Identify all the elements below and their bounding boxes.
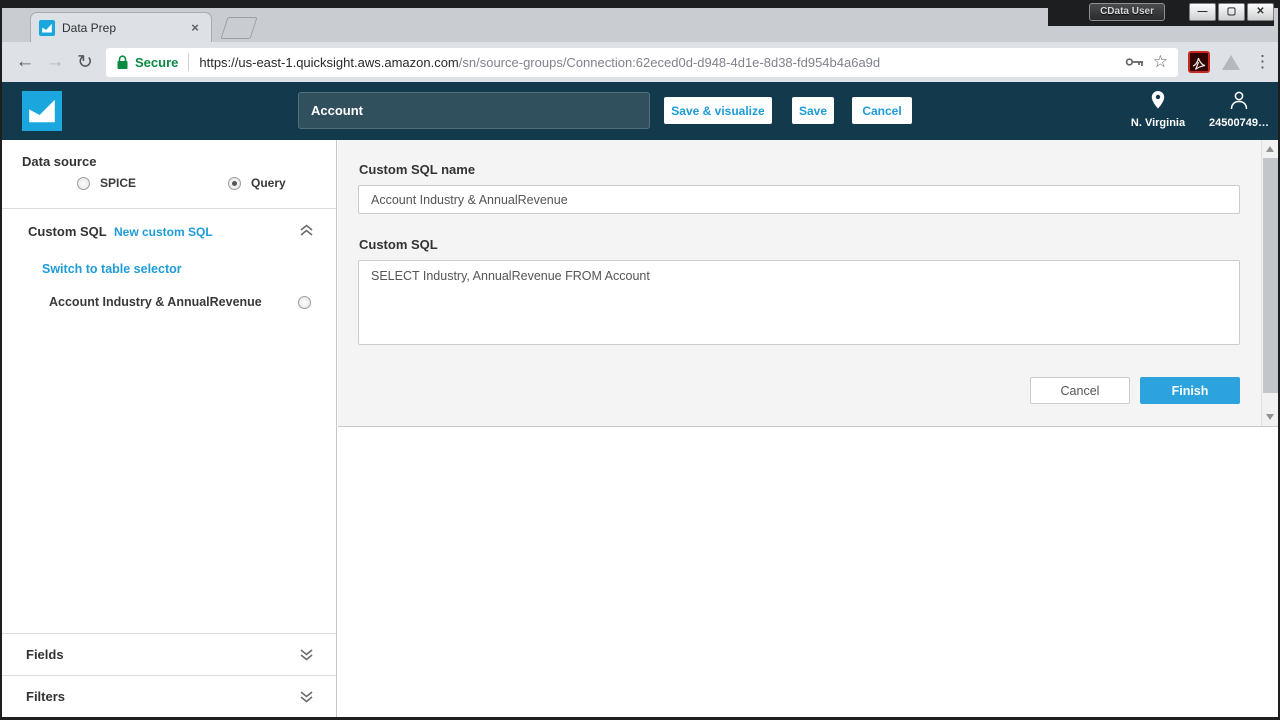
scrollbar-thumb[interactable] bbox=[1263, 158, 1278, 393]
form-cancel-button[interactable]: Cancel bbox=[1030, 377, 1130, 404]
bookmark-star-icon[interactable]: ☆ bbox=[1153, 52, 1168, 72]
region-selector[interactable]: N. Virginia bbox=[1113, 90, 1203, 129]
quicksight-header: Save & visualize Save Cancel N. Virginia… bbox=[2, 82, 1278, 140]
spice-radio-icon[interactable] bbox=[77, 177, 90, 190]
custom-sql-textarea[interactable]: SELECT Industry, AnnualRevenue FROM Acco… bbox=[358, 260, 1240, 345]
chrome-menu-icon[interactable]: ⋮ bbox=[1254, 52, 1271, 72]
data-source-heading: Data source bbox=[22, 154, 96, 169]
save-button[interactable]: Save bbox=[792, 97, 834, 124]
region-label: N. Virginia bbox=[1113, 117, 1203, 129]
content-area: Data source SPICE Query Custom SQL New c… bbox=[2, 140, 1278, 717]
fields-expand-chevron-down-icon[interactable] bbox=[299, 648, 314, 666]
scrollbar-up-arrow-icon[interactable] bbox=[1266, 146, 1274, 152]
switch-to-table-selector-link[interactable]: Switch to table selector bbox=[42, 262, 182, 276]
url-host: https://us-east-1.quicksight.aws.amazon.… bbox=[199, 55, 458, 70]
dataset-name-input[interactable] bbox=[298, 92, 650, 129]
custom-sql-name-label: Custom SQL name bbox=[359, 162, 475, 177]
custom-sql-name-input[interactable] bbox=[358, 185, 1240, 214]
fields-section-header[interactable]: Fields bbox=[2, 633, 336, 675]
tab-title: Data Prep bbox=[62, 21, 180, 35]
query-radio-option[interactable]: Query bbox=[228, 176, 286, 190]
browser-window: CData User — ▢ ✕ Data Prep × ← → ↻ Secur… bbox=[0, 0, 1280, 720]
lock-icon bbox=[116, 55, 129, 70]
new-custom-sql-link[interactable]: New custom SQL bbox=[114, 225, 213, 239]
url-text[interactable]: https://us-east-1.quicksight.aws.amazon.… bbox=[199, 55, 1116, 70]
sidebar-bottom-sections: Fields Filters bbox=[2, 633, 336, 717]
save-and-visualize-button[interactable]: Save & visualize bbox=[664, 97, 772, 124]
new-tab-button[interactable] bbox=[220, 17, 257, 39]
back-icon[interactable]: ← bbox=[10, 51, 40, 73]
browser-toolbar: ← → ↻ Secure https://us-east-1.quicksigh… bbox=[2, 42, 1278, 82]
omnibox-divider bbox=[188, 53, 189, 71]
user-icon bbox=[1229, 90, 1249, 110]
header-cancel-button[interactable]: Cancel bbox=[852, 97, 912, 124]
query-radio-icon[interactable] bbox=[228, 177, 241, 190]
tab-data-prep[interactable]: Data Prep × bbox=[30, 12, 212, 42]
spice-radio-option[interactable]: SPICE bbox=[77, 176, 136, 190]
refresh-icon[interactable]: ↻ bbox=[70, 51, 100, 74]
url-path: /sn/source-groups/Connection:62eced0d-d9… bbox=[459, 55, 880, 70]
sidebar: Data source SPICE Query Custom SQL New c… bbox=[2, 140, 337, 717]
query-label: Query bbox=[251, 176, 286, 190]
minimize-button[interactable]: — bbox=[1189, 3, 1216, 21]
filters-heading: Filters bbox=[26, 689, 65, 704]
secure-label[interactable]: Secure bbox=[135, 55, 178, 70]
account-id-label: 24500749… bbox=[1194, 117, 1280, 129]
custom-sql-heading: Custom SQL bbox=[28, 224, 107, 239]
window-controls: CData User — ▢ ✕ bbox=[1048, 0, 1274, 26]
location-pin-icon bbox=[1150, 90, 1166, 110]
quicksight-favicon-icon bbox=[39, 20, 55, 36]
custom-sql-label: Custom SQL bbox=[359, 237, 438, 252]
custom-sql-item-label: Account Industry & AnnualRevenue bbox=[49, 295, 298, 309]
address-bar[interactable]: Secure https://us-east-1.quicksight.aws.… bbox=[106, 48, 1178, 77]
finish-button[interactable]: Finish bbox=[1140, 377, 1240, 404]
tab-close-icon[interactable]: × bbox=[187, 20, 203, 35]
custom-sql-item-radio-icon[interactable] bbox=[298, 296, 311, 309]
quicksight-logo-icon[interactable] bbox=[22, 91, 62, 131]
sidebar-divider bbox=[2, 208, 336, 209]
google-drive-extension-icon[interactable] bbox=[1222, 55, 1240, 70]
forward-icon: → bbox=[40, 51, 70, 73]
scrollbar-down-arrow-icon[interactable] bbox=[1266, 414, 1274, 420]
fields-heading: Fields bbox=[26, 647, 64, 662]
filters-section-header[interactable]: Filters bbox=[2, 675, 336, 717]
filters-expand-chevron-down-icon[interactable] bbox=[299, 690, 314, 708]
spice-label: SPICE bbox=[100, 176, 136, 190]
password-key-icon[interactable] bbox=[1125, 56, 1145, 68]
account-menu[interactable]: 24500749… bbox=[1194, 90, 1280, 129]
form-scrollbar[interactable] bbox=[1261, 140, 1278, 426]
custom-sql-form-panel: Custom SQL name Custom SQL SELECT Indust… bbox=[338, 140, 1278, 427]
maximize-button[interactable]: ▢ bbox=[1218, 3, 1245, 21]
close-button[interactable]: ✕ bbox=[1247, 3, 1274, 21]
main-area: Custom SQL name Custom SQL SELECT Indust… bbox=[338, 140, 1278, 717]
chrome-profile-button[interactable]: CData User bbox=[1089, 3, 1165, 21]
custom-sql-list-item[interactable]: Account Industry & AnnualRevenue bbox=[49, 295, 311, 309]
adobe-acrobat-extension-icon[interactable] bbox=[1188, 51, 1210, 73]
collapse-chevron-up-icon[interactable] bbox=[299, 224, 314, 242]
